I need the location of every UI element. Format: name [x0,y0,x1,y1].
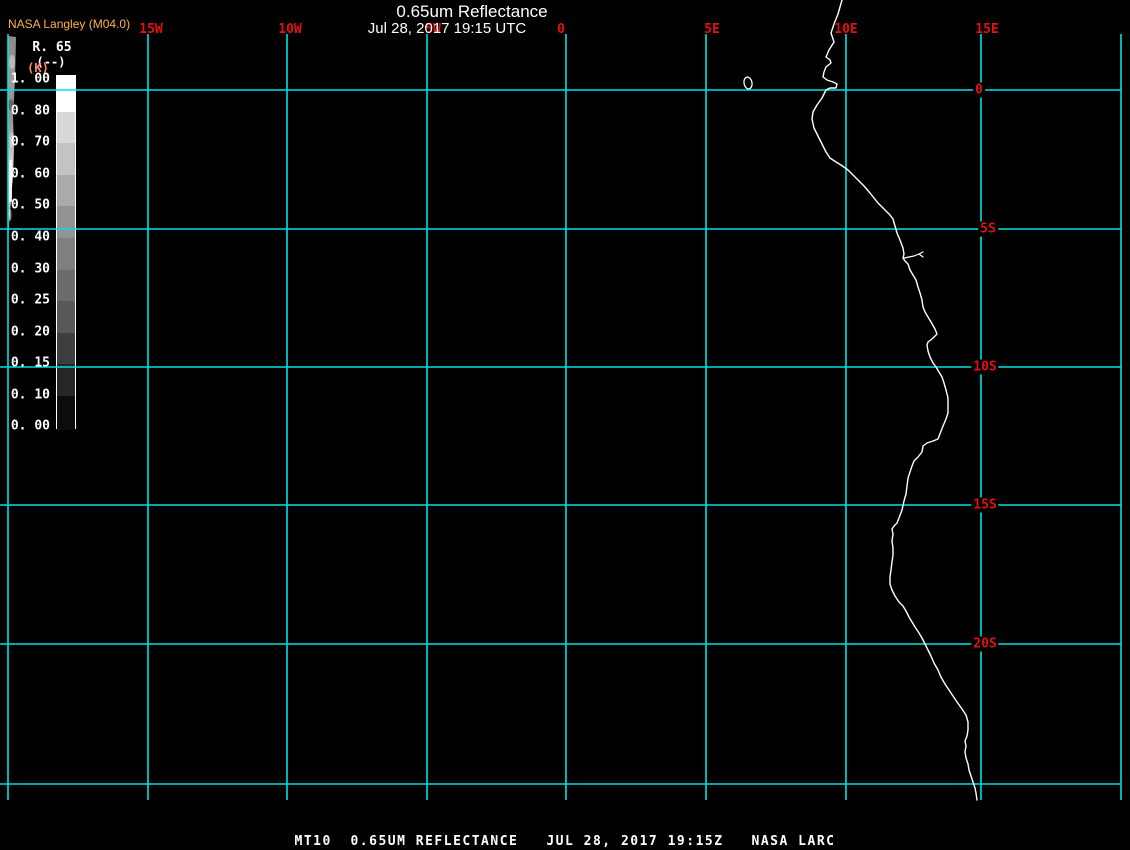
colorbar-tick-0.80: 0. 80 [10,103,50,119]
colorbar-tick-0.00: 0. 00 [10,418,50,434]
colorbar-tick-0.15: 0. 15 [10,355,50,371]
colorbar-tick-1.00: 1. 00 [10,71,50,87]
lat-label-20S: 20S [971,636,999,652]
footer-caption: MT10 0.65UM REFLECTANCE JUL 28, 2017 19:… [294,834,836,849]
colorbar-tick-0.40: 0. 40 [10,229,50,245]
colorbar-title: R. 65 [32,40,72,55]
colorbar-tick-0.30: 0. 30 [10,261,50,277]
river-fork-path [918,253,924,258]
page-title: 0.65um Reflectance [396,2,548,21]
satellite-viewer: NASA Langley (M04.0) 0.65um Reflectance … [0,0,1130,850]
timestamp-title: Jul 28, 2017 19:15 UTC [367,20,527,37]
colorbar-tick-0.25: 0. 25 [10,292,50,308]
lon-label-15W: 15W [139,22,163,37]
latlon-gridlines [0,34,1122,800]
map-canvas [0,0,1122,801]
lon-label-5E: 5E [704,22,720,37]
lat-label-0: 0 [973,82,985,98]
lon-label-0: 0 [557,22,565,37]
colorbar-tick-0.10: 0. 10 [10,387,50,403]
island-outline [743,76,753,90]
colorbar-tick-0.60: 0. 60 [10,166,50,182]
lat-label-5S: 5S [978,221,998,237]
lon-label-10E: 10E [834,22,858,37]
lon-label-15E: 15E [975,22,999,37]
colorbar-tick-0.70: 0. 70 [10,134,50,150]
coastline-layer [743,0,978,801]
brand-label: NASA Langley (M04.0) [8,17,131,31]
colorbar-tick-0.50: 0. 50 [10,197,50,213]
lon-label-10W: 10W [278,22,302,37]
lat-label-15S: 15S [971,497,999,513]
colorbar-tick-0.20: 0. 20 [10,324,50,340]
coastline-path [811,0,978,801]
lat-label-10S: 10S [971,359,999,375]
